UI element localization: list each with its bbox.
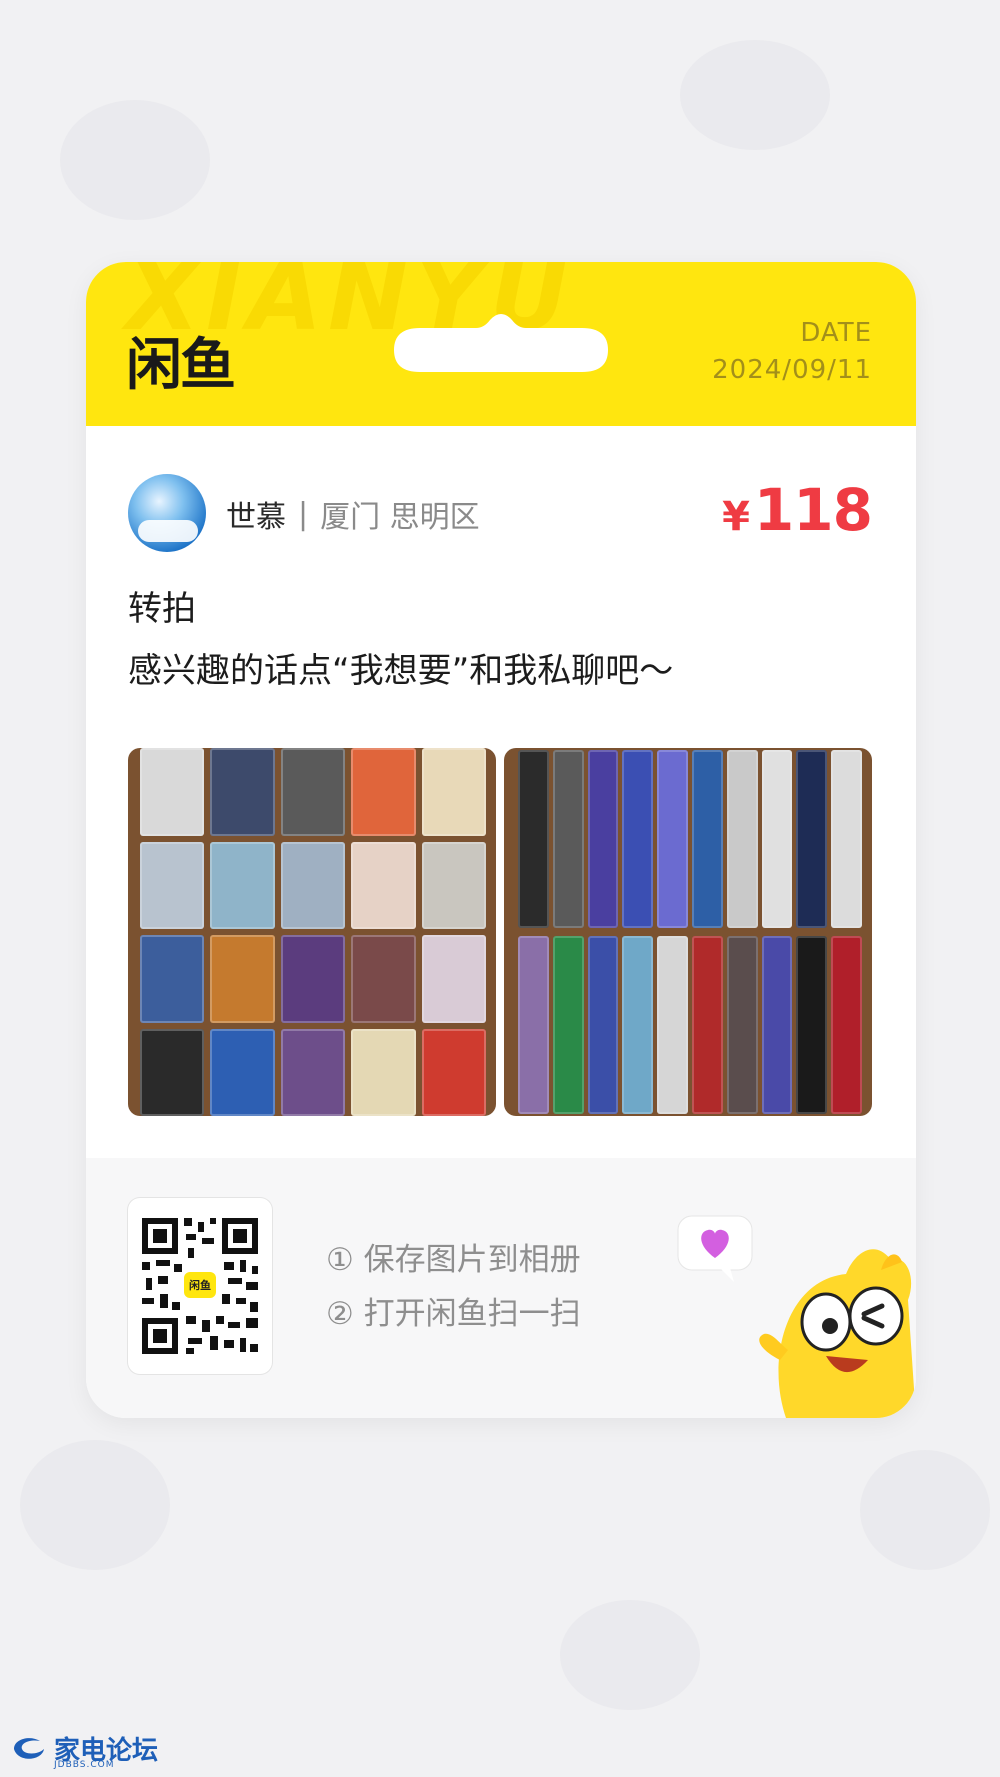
price-value: 118 [753,476,873,544]
background-decoration [560,1600,700,1710]
qr-code[interactable]: 闲鱼 [128,1198,272,1374]
card-tab-shape [394,314,608,372]
price: ¥ 118 [722,476,873,544]
site-domain: JDBBS.COM [54,1760,115,1770]
instruction-step-1: ① 保存图片到相册 [326,1242,581,1278]
background-decoration [860,1450,990,1570]
date-value: 2024/09/11 [712,355,872,385]
listing-text: 感兴趣的话点“我想要”和我私聊吧～ [128,651,674,691]
background-decoration [60,100,210,220]
site-logo: 家电论坛 JDBBS.COM [10,1730,158,1770]
avatar[interactable] [128,474,206,552]
seller-location: 厦门 思明区 [320,500,480,535]
heart-bubble-icon [677,1215,753,1282]
card-footer: 闲鱼 ① 保存图片到相册 ② 打开闲鱼扫一扫 [86,1158,916,1418]
seller-name[interactable]: 世慕 [226,492,286,536]
mascot-icon [677,1215,916,1418]
instruction-step-2: ② 打开闲鱼扫一扫 [326,1296,581,1332]
background-decoration [20,1440,170,1570]
date-label: DATE [800,318,872,348]
seller-info: 世慕 | 厦门 思明区 [226,492,480,536]
listing-photo-2[interactable] [504,748,872,1116]
background-decoration [680,40,830,150]
avatar-cloud [138,520,198,542]
site-logo-icon [14,1737,44,1759]
xianyu-logo: 闲鱼 [126,333,236,398]
listing-title: 转拍 [128,589,196,629]
card-header: XIANYU 闲鱼 DATE 2024/09/11 [86,262,916,426]
price-currency: ¥ [722,494,750,540]
listing-photo-1[interactable] [128,748,496,1116]
share-card: XIANYU 闲鱼 DATE 2024/09/11 世慕 | 厦门 思明区 ¥ … [86,262,916,1418]
separator: | [298,496,309,532]
listing-description: 转拍 感兴趣的话点“我想要”和我私聊吧～ [128,578,673,702]
qr-logo-badge: 闲鱼 [184,1272,216,1298]
